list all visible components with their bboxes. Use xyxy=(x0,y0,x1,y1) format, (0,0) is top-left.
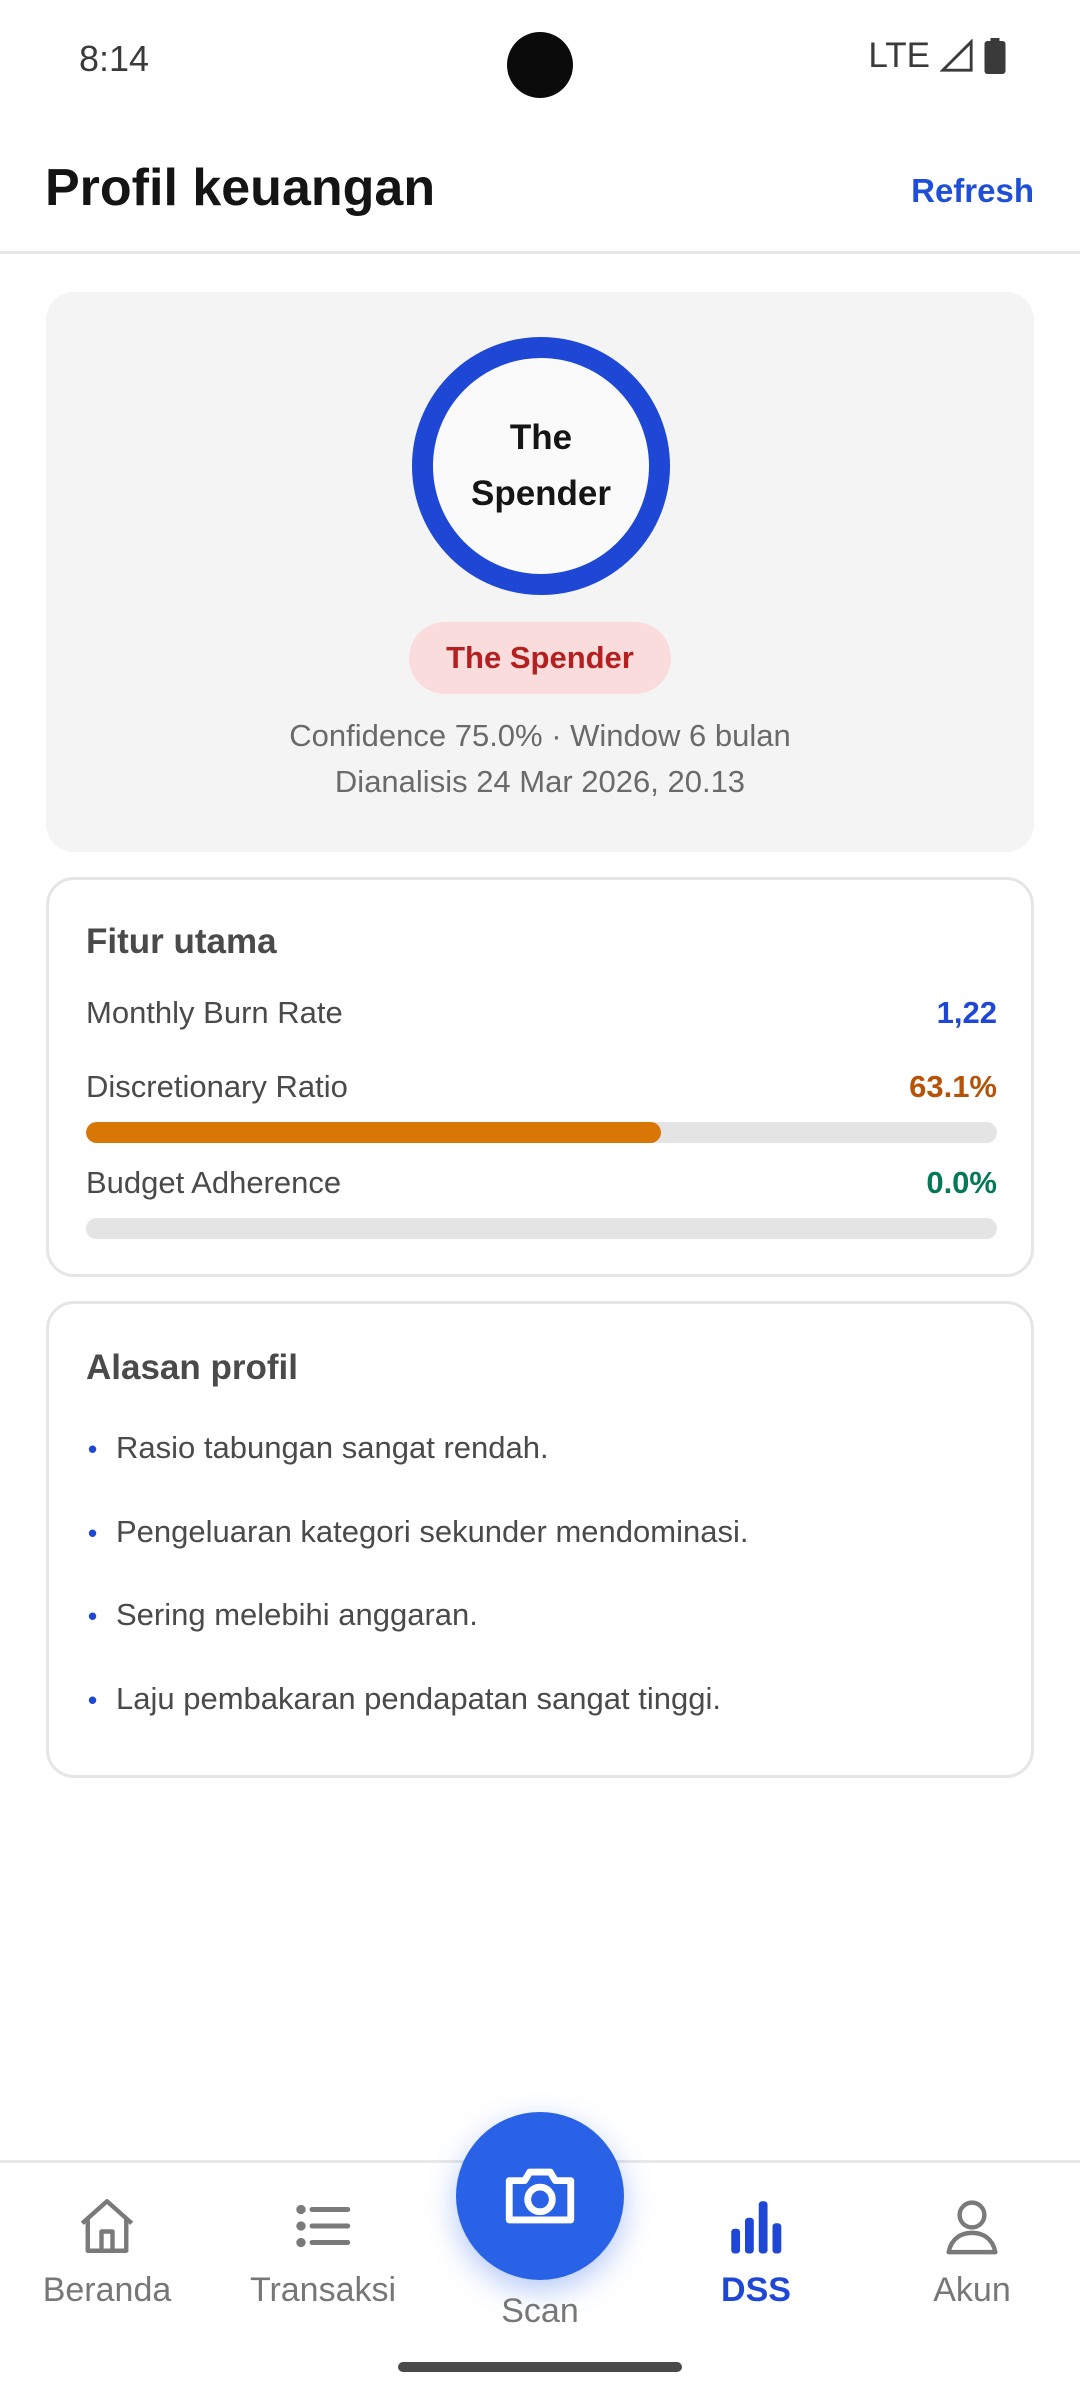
reason-item: • Pengeluaran kategori sekunder mendomin… xyxy=(86,1514,986,1558)
network-type: LTE xyxy=(868,36,930,75)
feature-value: 0.0% xyxy=(926,1165,997,1200)
progress-fill xyxy=(86,1122,661,1143)
status-time: 8:14 xyxy=(79,38,150,79)
camera-icon xyxy=(505,2168,575,2224)
reason-text: Laju pembakaran pendapatan sangat tinggi… xyxy=(116,1681,721,1716)
features-title: Fitur utama xyxy=(86,922,277,961)
bullet-icon: • xyxy=(88,1685,98,1715)
confidence-text: Confidence 75.0% · Window 6 bulan xyxy=(289,718,791,753)
feature-label: Discretionary Ratio xyxy=(86,1069,348,1104)
reason-text: Sering melebihi anggaran. xyxy=(116,1597,478,1632)
camera-cutout xyxy=(507,32,573,98)
feature-monthly-burn-rate: Monthly Burn Rate 1,22 xyxy=(86,995,997,1039)
feature-value: 63.1% xyxy=(909,1069,997,1104)
feature-budget-adherence: Budget Adherence 0.0% xyxy=(86,1165,997,1209)
feature-label: Budget Adherence xyxy=(86,1165,342,1200)
profile-badge: The Spender xyxy=(409,622,671,694)
page-title: Profil keuangan xyxy=(45,159,436,217)
battery-icon xyxy=(984,38,1006,74)
profile-summary-card: The Spender The Spender Confidence 75.0%… xyxy=(46,292,1034,852)
reasons-card: Alasan profil • Rasio tabungan sangat re… xyxy=(46,1301,1034,1778)
profile-ring-label: The Spender xyxy=(470,418,612,513)
reasons-title: Alasan profil xyxy=(86,1348,298,1387)
reason-item: • Rasio tabungan sangat rendah. xyxy=(86,1430,986,1474)
feature-value: 1,22 xyxy=(936,995,997,1030)
discretionary-ratio-progress-bar xyxy=(86,1122,997,1143)
bullet-icon: • xyxy=(88,1434,98,1464)
analyzed-date-text: Dianalisis 24 Mar 2026, 20.13 xyxy=(334,764,746,799)
status-bar: 8:14 LTE xyxy=(0,0,1080,118)
refresh-button[interactable]: Refresh xyxy=(911,172,1034,210)
feature-label: Monthly Burn Rate xyxy=(86,995,343,1030)
reason-item: • Sering melebihi anggaran. xyxy=(86,1597,986,1641)
bullet-icon: • xyxy=(88,1601,98,1631)
scan-label: Scan xyxy=(501,2292,579,2330)
bullet-icon: • xyxy=(88,1518,98,1548)
signal-icon xyxy=(940,39,973,72)
bar-chart-icon xyxy=(731,2201,782,2254)
reason-text: Rasio tabungan sangat rendah. xyxy=(116,1430,549,1465)
home-icon xyxy=(80,2199,134,2253)
list-icon xyxy=(296,2204,351,2248)
reason-text: Pengeluaran kategori sekunder mendominas… xyxy=(116,1514,749,1549)
home-indicator[interactable] xyxy=(398,2362,682,2372)
status-indicators: LTE xyxy=(868,36,1006,76)
features-card: Fitur utama Monthly Burn Rate 1,22 Discr… xyxy=(46,877,1034,1277)
budget-adherence-progress-bar xyxy=(86,1218,997,1239)
app-header: Profil keuangan Refresh xyxy=(0,118,1080,254)
feature-discretionary-ratio: Discretionary Ratio 63.1% xyxy=(86,1069,997,1113)
user-icon xyxy=(946,2200,998,2255)
profile-ring: The Spender xyxy=(412,337,670,595)
reason-item: • Laju pembakaran pendapatan sangat ting… xyxy=(86,1681,986,1725)
scan-button[interactable] xyxy=(456,2112,624,2280)
